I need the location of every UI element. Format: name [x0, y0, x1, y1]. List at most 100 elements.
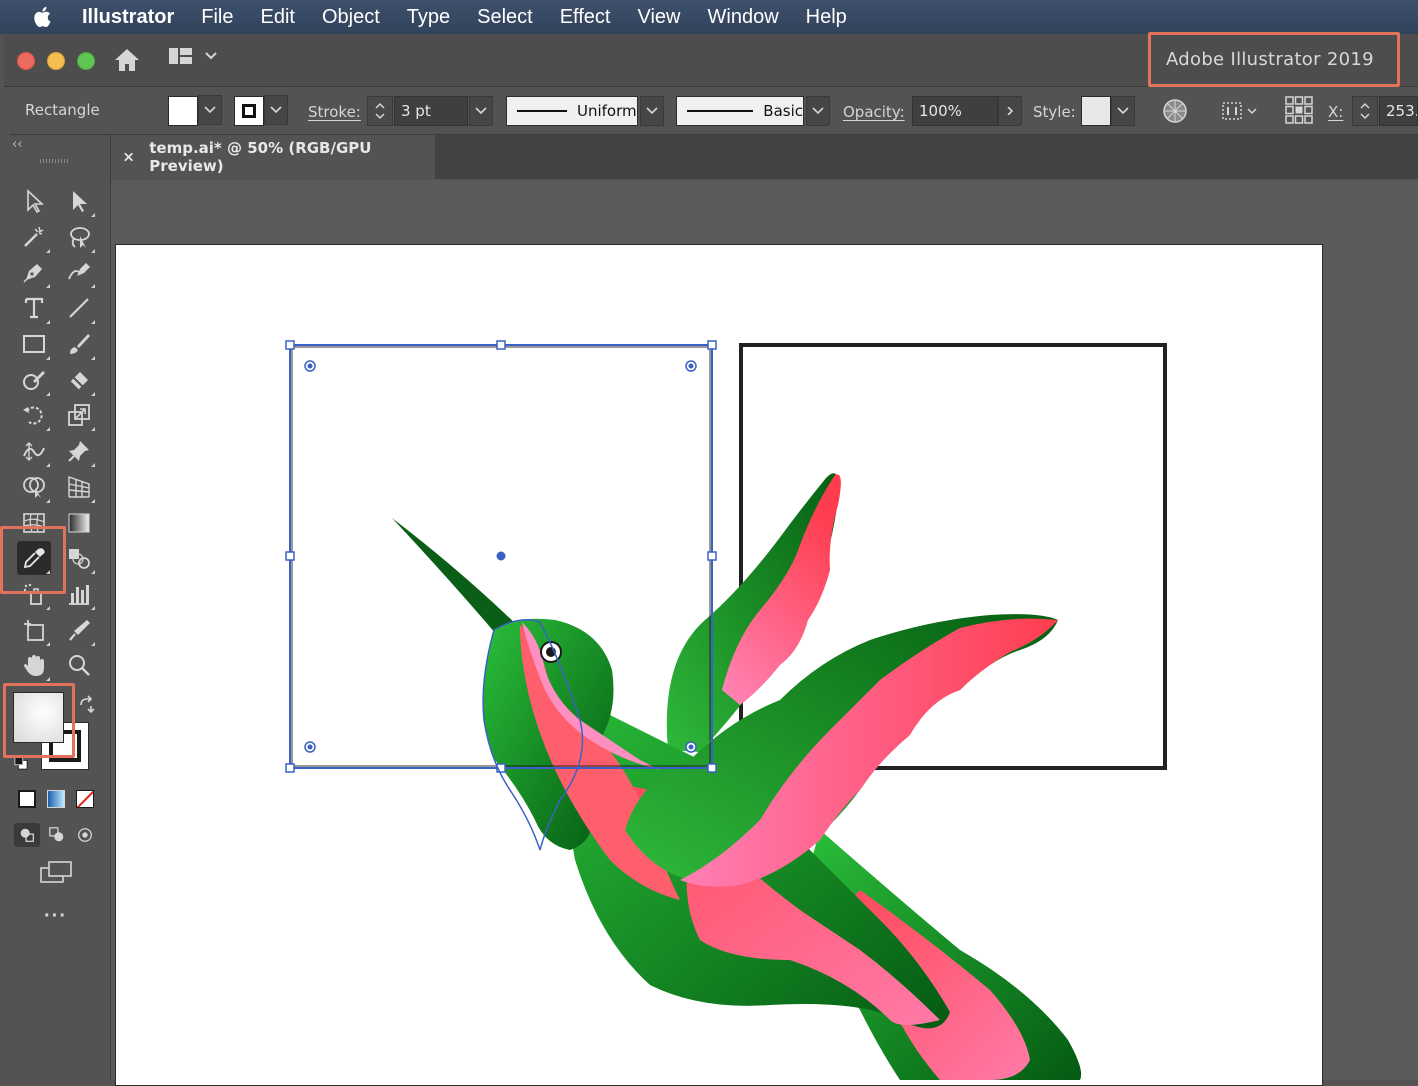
graphic-style-dropdown[interactable]: [1111, 96, 1135, 126]
puppet-warp-tool[interactable]: [62, 434, 96, 468]
blend-tool[interactable]: [62, 541, 96, 575]
opacity-input[interactable]: 100%: [912, 96, 998, 126]
selection-tool[interactable]: [17, 184, 51, 218]
pen-tool[interactable]: [17, 255, 51, 289]
stroke-dropdown[interactable]: [264, 95, 288, 125]
shaper-tool[interactable]: [17, 363, 51, 397]
eraser-tool[interactable]: [62, 363, 96, 397]
menu-file[interactable]: File: [201, 6, 233, 29]
none-mode-button[interactable]: [76, 790, 94, 808]
shape-builder-tool[interactable]: [17, 470, 51, 504]
menu-bar: Illustrator File Edit Object Type Select…: [0, 0, 1418, 34]
stroke-weight-dropdown[interactable]: [469, 96, 493, 126]
transform-reference-icon[interactable]: [1284, 95, 1314, 125]
lasso-tool[interactable]: [62, 220, 96, 254]
close-window-button[interactable]: [17, 52, 35, 70]
document-tab-title: temp.ai* @ 50% (RGB/GPU Preview): [149, 139, 372, 175]
line-segment-tool[interactable]: [62, 291, 96, 325]
default-fill-stroke-icon[interactable]: [14, 756, 28, 770]
eyedropper-icon: [23, 548, 45, 569]
document-tab[interactable]: temp.ai* @ 50% (RGB/GPU Preview): [111, 135, 435, 179]
magic-wand-tool[interactable]: [17, 220, 51, 254]
menu-effect[interactable]: Effect: [560, 6, 611, 29]
brush-definition-dropdown[interactable]: [806, 96, 830, 126]
align-icon[interactable]: [1220, 98, 1260, 124]
direct-selection-tool[interactable]: [62, 184, 96, 218]
control-bar: Rectangle Stroke: 3 pt Uniform Basic Opa…: [10, 87, 1418, 135]
blend-icon: [69, 549, 90, 569]
magic-wand-icon: [24, 226, 44, 247]
stepper-arrows-icon: [1360, 102, 1370, 120]
screen-mode-icon[interactable]: [39, 860, 73, 884]
scale-tool[interactable]: [62, 398, 96, 432]
variable-width-profile-dropdown[interactable]: [640, 96, 664, 126]
knife-icon: [69, 620, 90, 641]
apple-icon[interactable]: [30, 4, 56, 30]
draw-inside-icon[interactable]: [76, 826, 94, 844]
graphic-style-swatch[interactable]: [1081, 96, 1111, 126]
opacity-label[interactable]: Opacity:: [843, 103, 905, 121]
panel-grip[interactable]: [40, 159, 70, 163]
artboard-icon: [24, 620, 44, 641]
column-graph-tool[interactable]: [62, 577, 96, 611]
zoom-window-button[interactable]: [77, 52, 95, 70]
hand-tool[interactable]: [17, 648, 51, 682]
menu-edit[interactable]: Edit: [260, 6, 294, 29]
color-mode-button[interactable]: [18, 790, 36, 808]
menu-view[interactable]: View: [638, 6, 681, 29]
artboard[interactable]: [115, 244, 1323, 1086]
stroke-label[interactable]: Stroke:: [308, 103, 361, 121]
menu-help[interactable]: Help: [806, 6, 847, 29]
menu-app-name[interactable]: Illustrator: [82, 6, 174, 29]
edit-toolbar-button[interactable]: ···: [44, 905, 67, 928]
eraser-icon: [69, 372, 88, 391]
workspace-switcher-icon[interactable]: [168, 46, 224, 68]
minimize-window-button[interactable]: [47, 52, 65, 70]
stroke-weight-stepper[interactable]: [367, 96, 393, 126]
draw-behind-icon[interactable]: [48, 826, 66, 844]
type-tool[interactable]: [17, 291, 51, 325]
stroke-swatch[interactable]: [234, 96, 264, 126]
fill-dropdown[interactable]: [198, 95, 222, 125]
close-tab-icon[interactable]: [122, 150, 135, 164]
menu-select[interactable]: Select: [477, 6, 533, 29]
opacity-arrow-button[interactable]: [998, 96, 1022, 126]
recolor-artwork-icon[interactable]: [1162, 98, 1188, 124]
draw-normal-button[interactable]: [14, 823, 40, 847]
menu-type[interactable]: Type: [407, 6, 450, 29]
slice-tool[interactable]: [62, 613, 96, 647]
brush-definition-select[interactable]: Basic: [676, 96, 804, 126]
x-coordinate-stepper[interactable]: [1352, 96, 1378, 126]
rectangle-tool[interactable]: [17, 327, 51, 361]
chevron-down-icon: [270, 106, 282, 114]
chevron-down-icon: [475, 107, 487, 115]
menu-object[interactable]: Object: [322, 6, 380, 29]
menu-window[interactable]: Window: [708, 6, 779, 29]
width-tool[interactable]: [17, 434, 51, 468]
gradient-mode-button[interactable]: [47, 790, 65, 808]
stroke-weight-input[interactable]: 3 pt: [394, 96, 468, 126]
rotate-tool[interactable]: [17, 398, 51, 432]
perspective-grid-tool[interactable]: [62, 470, 96, 504]
canvas-area[interactable]: [111, 180, 1418, 1086]
mesh-tool[interactable]: [17, 506, 51, 540]
variable-width-profile-select[interactable]: Uniform: [506, 96, 638, 126]
home-icon[interactable]: [112, 46, 142, 74]
collapse-panel-button[interactable]: ‹‹: [12, 137, 22, 152]
chevron-right-icon: [1007, 107, 1014, 115]
magnifier-icon: [69, 655, 90, 676]
swap-fill-stroke-icon[interactable]: [77, 695, 97, 715]
x-coordinate-label[interactable]: X:: [1328, 103, 1343, 121]
curvature-tool[interactable]: [62, 255, 96, 289]
artboard-tool[interactable]: [17, 613, 51, 647]
fill-swatch[interactable]: [168, 96, 198, 126]
gradient-tool[interactable]: [62, 506, 96, 540]
symbol-sprayer-tool[interactable]: [17, 577, 51, 611]
paintbrush-tool[interactable]: [62, 327, 96, 361]
brush-definition-label: Basic: [763, 102, 803, 120]
x-coordinate-input[interactable]: 253.: [1379, 96, 1418, 126]
eyedropper-tool[interactable]: [17, 541, 51, 575]
zoom-tool[interactable]: [62, 648, 96, 682]
fill-color-box[interactable]: [13, 692, 64, 743]
selection-arrow-icon: [27, 189, 45, 214]
